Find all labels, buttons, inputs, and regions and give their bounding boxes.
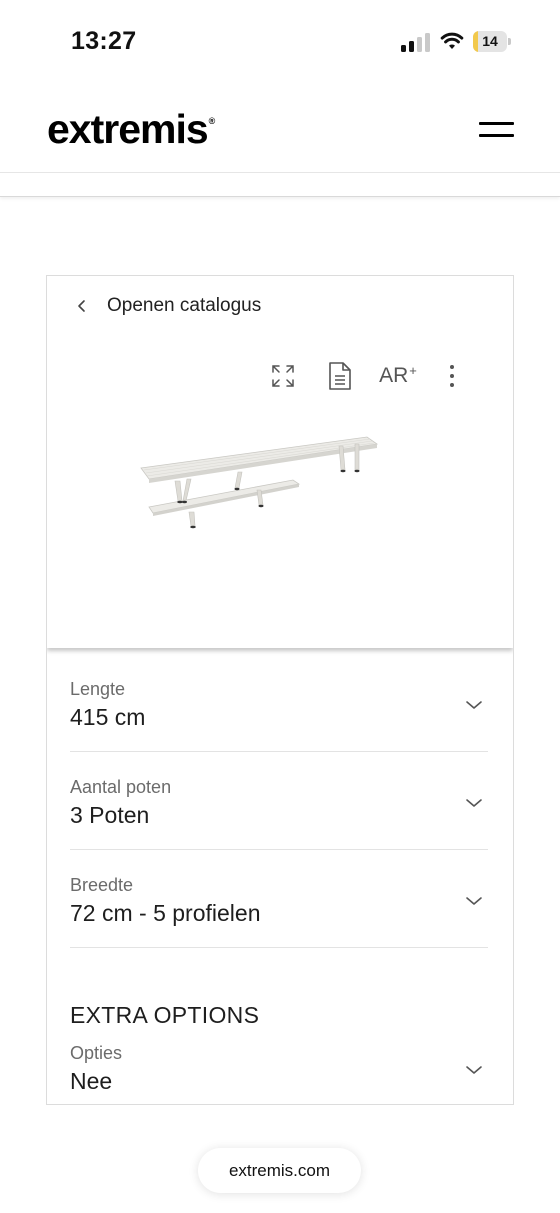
expand-icon [272, 365, 294, 387]
option-list: Lengte 415 cm Aantal poten 3 Poten Breed… [70, 654, 488, 1094]
document-icon [329, 362, 351, 390]
option-label: Lengte [70, 679, 126, 699]
option-length[interactable]: Lengte 415 cm [70, 654, 488, 752]
back-link-label: Openen catalogus [107, 295, 262, 316]
option-value: 415 cm [70, 704, 146, 730]
battery-icon: 14 [473, 31, 511, 52]
back-to-catalog-link[interactable]: Openen catalogus [75, 293, 261, 319]
option-value: 72 cm - 5 profielen [70, 900, 261, 926]
product-viewer: Openen catalogus AR + [47, 276, 513, 648]
chevron-left-icon [78, 300, 85, 312]
status-time: 13:27 [71, 27, 137, 55]
extremis-logo[interactable]: extremis® [47, 106, 215, 153]
chevron-down-icon [466, 799, 482, 807]
option-label: Opties [70, 1043, 123, 1063]
url-text: extremis.com [228, 1160, 331, 1180]
cellular-signal-icon [401, 32, 431, 52]
battery-level: 14 [482, 33, 498, 49]
url-bar[interactable]: extremis.com [198, 1148, 361, 1193]
product-image [140, 436, 379, 529]
option-leg-count[interactable]: Aantal poten 3 Poten [70, 752, 488, 850]
option-label: Aantal poten [70, 777, 172, 797]
site-header: extremis® [0, 84, 560, 173]
extra-options-heading: EXTRA OPTIONS [70, 1002, 260, 1028]
option-value: 3 Poten [70, 802, 150, 828]
product-configurator: Openen catalogus AR + Lengte 415 cm Aant… [46, 275, 514, 1105]
option-value: Nee [70, 1068, 113, 1094]
ar-view-button[interactable]: AR + [379, 360, 417, 392]
chevron-down-icon [466, 897, 482, 905]
wifi-icon [440, 32, 464, 49]
viewer-toolbar: AR + [47, 360, 513, 392]
fullscreen-button[interactable] [267, 360, 299, 392]
more-vertical-icon [450, 365, 454, 387]
menu-button[interactable] [476, 117, 518, 143]
chevron-down-icon [466, 701, 482, 709]
chevron-down-icon [466, 1066, 482, 1074]
status-bar: 13:27 14 [0, 0, 560, 84]
header-sub-bar [0, 173, 560, 197]
option-width[interactable]: Breedte 72 cm - 5 profielen [70, 850, 488, 948]
option-label: Breedte [70, 875, 134, 895]
document-button[interactable] [324, 360, 356, 392]
option-extras[interactable]: Opties Nee [70, 1036, 488, 1104]
more-options-button[interactable] [439, 360, 465, 392]
